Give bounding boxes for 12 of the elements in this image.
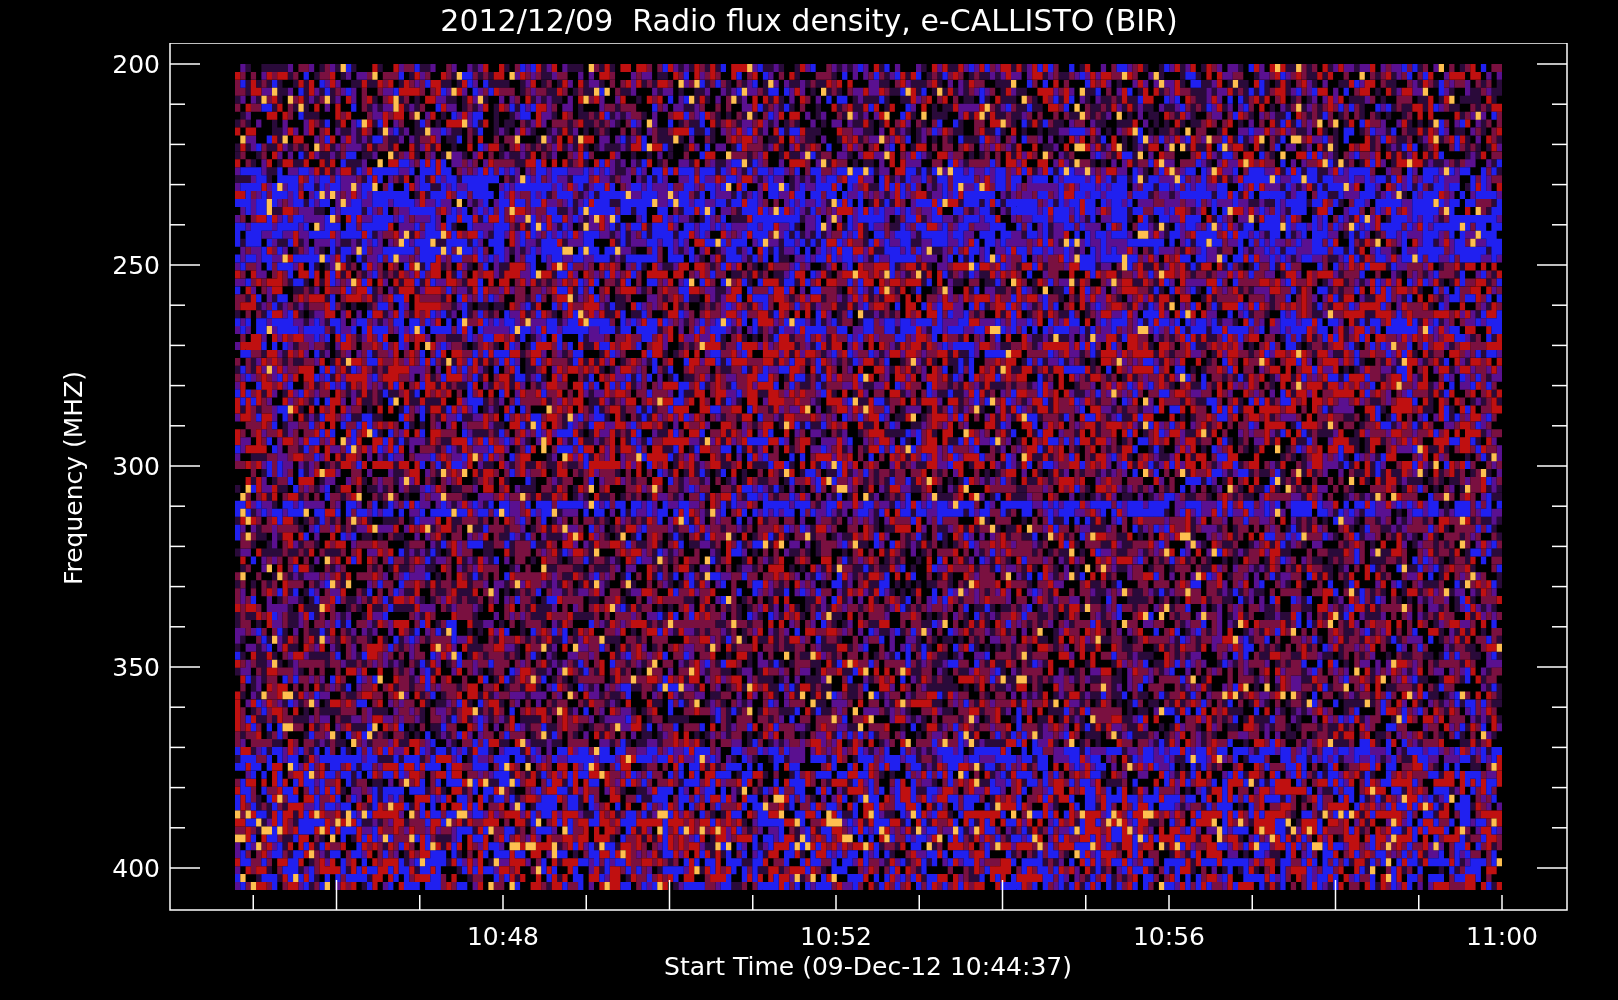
x-tick-label: 11:00 <box>1466 922 1538 951</box>
chart-title: 2012/12/09 Radio flux density, e-CALLISTO (BIR) <box>440 6 1178 40</box>
y-tick-label: 200 <box>112 50 160 79</box>
x-tick-label: 10:48 <box>467 922 539 951</box>
x-tick-label: 10:52 <box>800 922 872 951</box>
y-tick-label: 350 <box>112 653 160 682</box>
y-tick-label: 400 <box>112 854 160 883</box>
x-axis-label: Start Time (09-Dec-12 10:44:37) <box>664 952 1072 981</box>
y-tick-label: 300 <box>112 452 160 481</box>
y-axis-label: Frequency (MHZ) <box>59 370 88 586</box>
y-tick-label: 250 <box>112 251 160 280</box>
x-tick-label: 10:56 <box>1133 922 1205 951</box>
